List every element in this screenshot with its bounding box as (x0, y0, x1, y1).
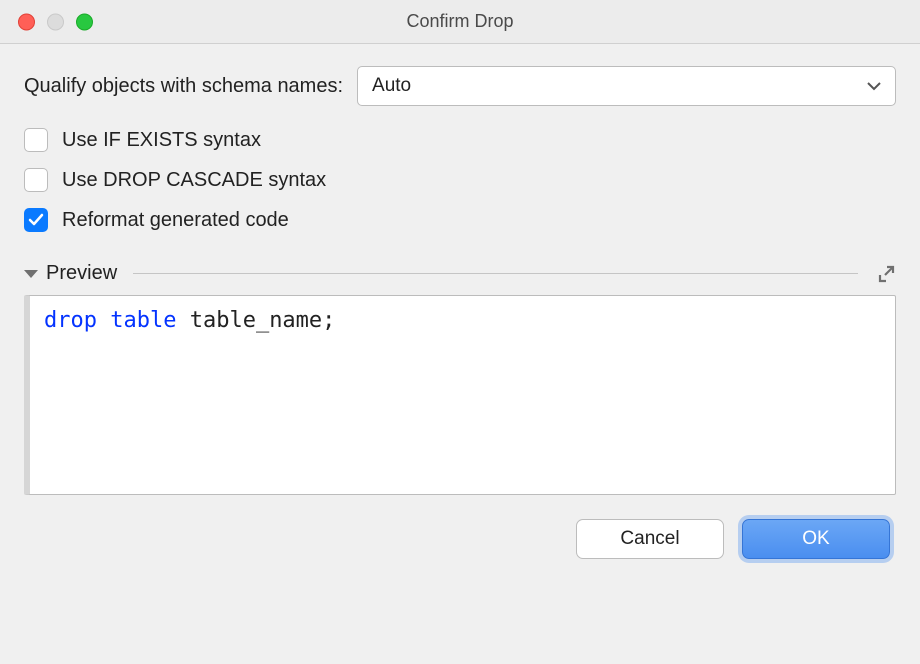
reformat-checkbox[interactable] (24, 208, 48, 232)
preview-title: Preview (46, 262, 117, 285)
drop-cascade-row: Use DROP CASCADE syntax (24, 168, 896, 192)
if-exists-checkbox[interactable] (24, 128, 48, 152)
preview-code-area[interactable]: drop table table_name; (24, 295, 896, 495)
ok-button[interactable]: OK (742, 519, 890, 559)
reformat-row: Reformat generated code (24, 208, 896, 232)
window-title: Confirm Drop (0, 11, 920, 32)
preview-header: Preview (24, 262, 896, 285)
drop-cascade-label: Use DROP CASCADE syntax (62, 169, 326, 192)
preview-divider (133, 273, 858, 274)
drop-cascade-checkbox[interactable] (24, 168, 48, 192)
ok-button-label: OK (802, 528, 829, 550)
close-window-button[interactable] (18, 13, 35, 30)
disclosure-triangle-icon[interactable] (24, 270, 38, 278)
code-keyword-table: table (110, 308, 176, 333)
titlebar: Confirm Drop (0, 0, 920, 44)
dialog-content: Qualify objects with schema names: Auto … (0, 44, 920, 577)
code-identifier: table_name; (190, 308, 336, 333)
if-exists-row: Use IF EXISTS syntax (24, 128, 896, 152)
preview-section: Preview drop table table_name; (24, 262, 896, 495)
window-controls (18, 13, 93, 30)
maximize-window-button[interactable] (76, 13, 93, 30)
minimize-window-button[interactable] (47, 13, 64, 30)
qualify-dropdown[interactable]: Auto (357, 66, 896, 106)
if-exists-label: Use IF EXISTS syntax (62, 129, 261, 152)
qualify-row: Qualify objects with schema names: Auto (24, 66, 896, 106)
cancel-button-label: Cancel (620, 528, 679, 550)
popout-icon[interactable] (876, 264, 896, 284)
button-bar: Cancel OK (24, 519, 896, 559)
qualify-label: Qualify objects with schema names: (24, 75, 343, 98)
cancel-button[interactable]: Cancel (576, 519, 724, 559)
chevron-down-icon (867, 78, 881, 94)
qualify-dropdown-value: Auto (372, 75, 411, 97)
code-keyword-drop: drop (44, 308, 97, 333)
reformat-label: Reformat generated code (62, 209, 289, 232)
